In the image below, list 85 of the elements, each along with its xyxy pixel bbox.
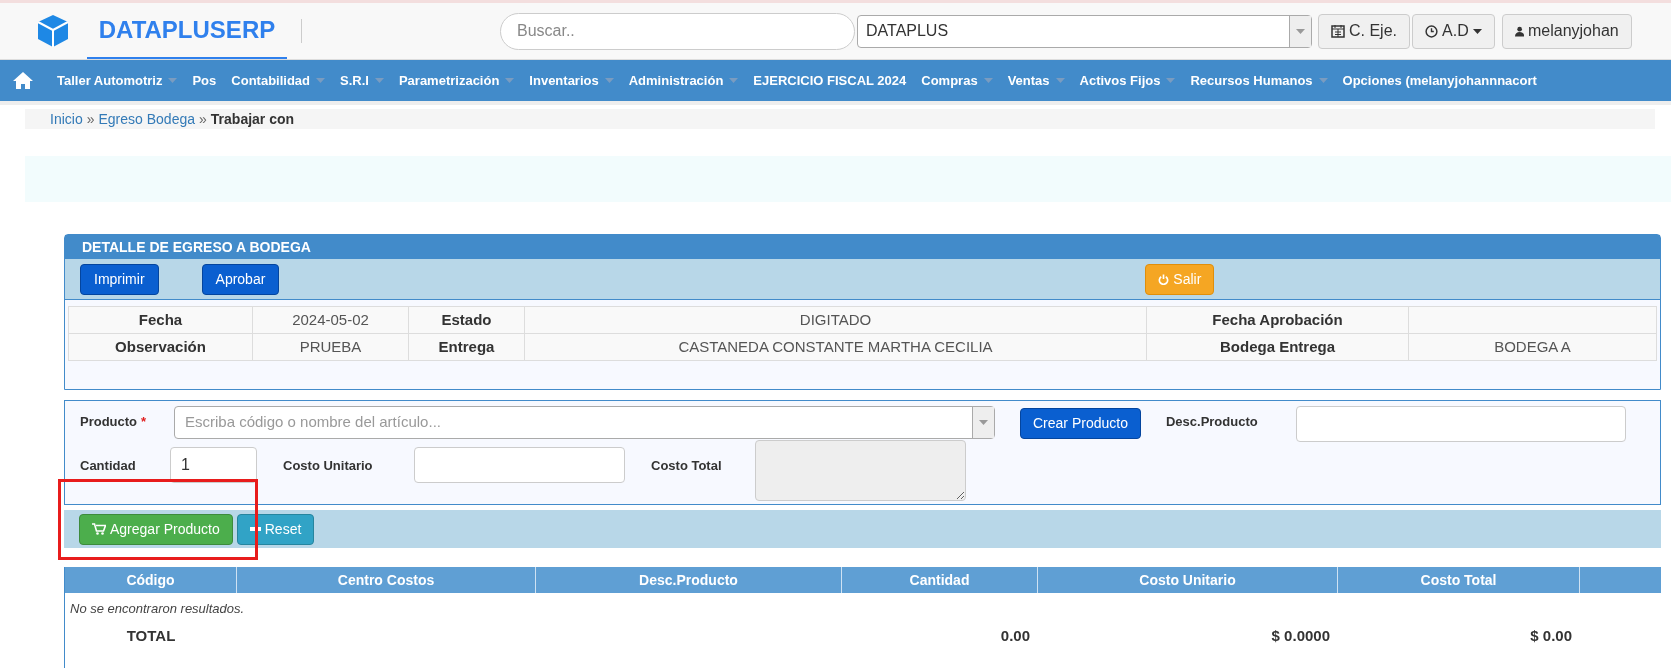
panel-title: DETALLE DE EGRESO A BODEGA: [65, 235, 1660, 259]
product-select[interactable]: Escriba código o nombre del artículo...: [174, 406, 995, 439]
column-header[interactable]: Cantidad: [842, 567, 1038, 593]
field-label: Observación: [68, 333, 253, 361]
field-label: Entrega: [408, 333, 525, 361]
field-label: Fecha Aprobación: [1146, 306, 1409, 334]
field-value: DIGITADO: [524, 306, 1147, 334]
total-value: 0.00: [999, 625, 1031, 646]
reset-button[interactable]: Reset: [236, 513, 315, 545]
total-value: $ 0.00: [1529, 625, 1573, 646]
nav-menu-item[interactable]: Administración: [628, 70, 739, 91]
user-icon: [1514, 24, 1524, 38]
caret-icon: [604, 78, 614, 83]
action-button[interactable]: Aprobar: [201, 263, 280, 295]
caret-icon: [168, 78, 178, 83]
nav-menu-item[interactable]: Opciones (melanyjohannnacort: [1342, 70, 1537, 91]
caret-icon: [1055, 78, 1065, 83]
caret-icon: [979, 420, 988, 425]
caret-icon: [1166, 78, 1176, 83]
select-value: DATAPLUS: [865, 21, 950, 41]
required-mark: *: [141, 413, 147, 431]
text-area[interactable]: [755, 440, 966, 501]
nav-menu-item[interactable]: Activos Fijos: [1079, 70, 1176, 91]
total-label: TOTAL: [125, 625, 177, 646]
add-product-button[interactable]: Agregar Producto: [79, 513, 233, 545]
column-header[interactable]: Código: [65, 567, 237, 593]
field-label: Producto: [80, 413, 138, 431]
field-label: Costo Total: [651, 457, 723, 475]
field-label: Costo Unitario: [283, 457, 374, 475]
breadcrumb-separator: »: [199, 109, 207, 129]
nav-menu-item[interactable]: Ventas: [1007, 70, 1065, 91]
caret-icon: [983, 78, 993, 83]
breadcrumb-separator: »: [86, 109, 95, 129]
home-icon[interactable]: [12, 71, 34, 90]
calendar-icon: [1331, 24, 1345, 38]
nav-menu-item[interactable]: Contabilidad: [231, 70, 325, 91]
power-icon: [1158, 273, 1170, 285]
breadcrumb-current: Trabajar con: [210, 109, 295, 129]
column-header[interactable]: Centro Costos: [237, 567, 536, 593]
cube-logo-icon: [35, 13, 71, 49]
nav-menu-item[interactable]: Recursos Humanos: [1190, 70, 1328, 91]
select-placeholder: Escriba código o nombre del artículo...: [184, 412, 442, 433]
field-label: Fecha: [68, 306, 253, 334]
caret-icon: [374, 78, 384, 83]
breadcrumb-link[interactable]: Inicio: [50, 108, 83, 130]
caret-icon: [729, 78, 739, 83]
nav-menu-item[interactable]: S.R.I: [340, 70, 384, 91]
breadcrumb-link[interactable]: Egreso Bodega: [98, 108, 195, 130]
clock-icon: [1425, 24, 1438, 38]
caret-icon: [316, 78, 325, 83]
cart-icon: [92, 523, 106, 535]
header-button[interactable]: A.D: [1412, 13, 1495, 49]
nav-menu-item[interactable]: Pos: [192, 70, 217, 91]
field-value: CASTANEDA CONSTANTE MARTHA CECILIA: [524, 333, 1147, 361]
nav-menu-item[interactable]: Compras: [921, 70, 993, 91]
nav-menu-item[interactable]: Taller Automotriz: [57, 70, 178, 91]
column-header[interactable]: Desc.Producto: [536, 567, 842, 593]
nav-menu-item[interactable]: EJERCICIO FISCAL 2024: [753, 70, 907, 91]
field-value: BODEGA A: [1408, 333, 1657, 361]
field-label: Estado: [408, 306, 525, 334]
caret-icon: [1318, 78, 1328, 83]
action-button[interactable]: Imprimir: [80, 263, 159, 295]
column-header[interactable]: Costo Total: [1338, 567, 1580, 593]
field-label: Desc.Producto: [1165, 413, 1259, 431]
input-field[interactable]: [1295, 406, 1626, 442]
nav-menu-item[interactable]: Parametrización: [398, 70, 515, 91]
search-field[interactable]: Buscar..: [500, 12, 855, 50]
input-field[interactable]: [414, 447, 625, 483]
column-header[interactable]: Costo Unitario: [1038, 567, 1338, 593]
company-select[interactable]: DATAPLUS: [857, 14, 1312, 48]
header-button[interactable]: C. Eje.: [1318, 13, 1410, 49]
field-value: 2024-05-02: [252, 306, 409, 334]
create-product-button[interactable]: Crear Producto: [1020, 408, 1141, 439]
minus-icon: [249, 527, 261, 531]
field-value: PRUEBA: [252, 333, 409, 361]
total-value: $ 0.0000: [1270, 625, 1331, 646]
user-menu-button[interactable]: melanyjohan: [1501, 13, 1632, 49]
caret-icon: [505, 78, 515, 83]
exit-button[interactable]: Salir: [1145, 263, 1215, 295]
field-label: Cantidad: [80, 457, 137, 475]
field-label: Bodega Entrega: [1146, 333, 1409, 361]
caret-icon: [1472, 28, 1482, 34]
empty-message: No se encontraron resultados.: [69, 600, 246, 618]
caret-icon: [1296, 28, 1305, 34]
nav-menu-item[interactable]: Inventarios: [529, 70, 614, 91]
